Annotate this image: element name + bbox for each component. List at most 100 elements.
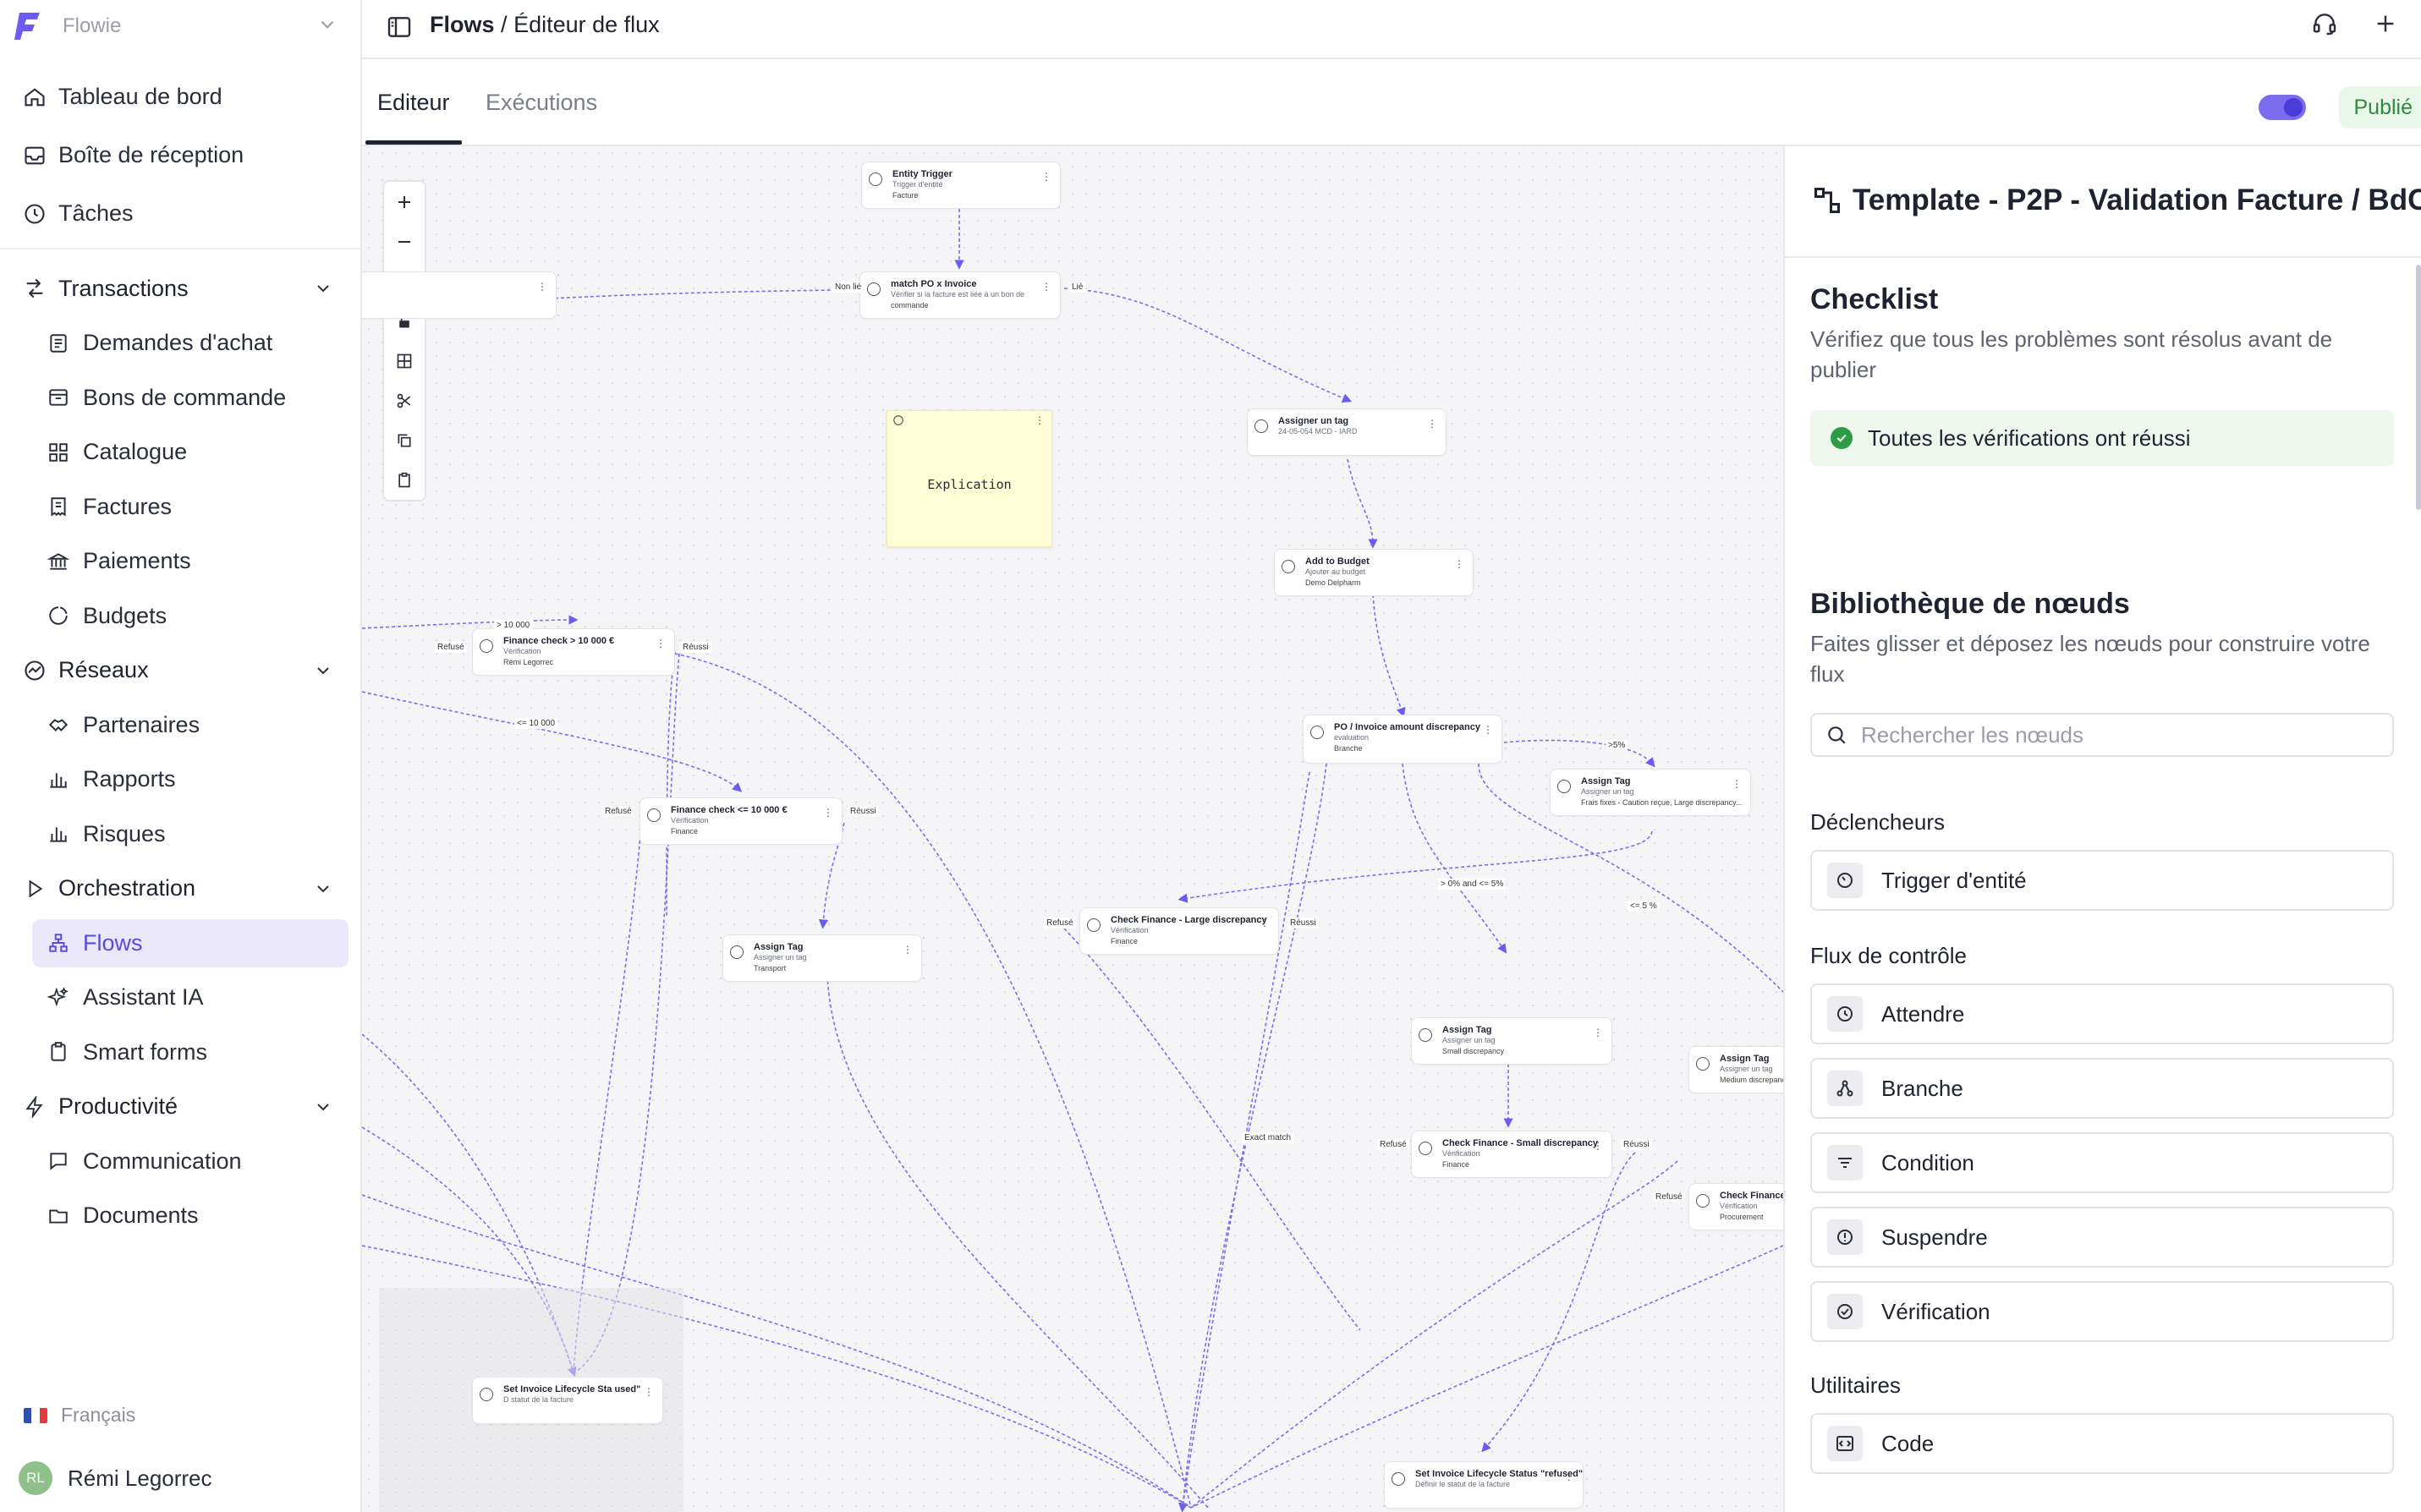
- scissors-icon: [397, 393, 411, 408]
- checklist-description: Vérifiez que tous les problèmes sont rés…: [1810, 326, 2333, 382]
- sidebar-item-ai-assistant[interactable]: Assistant IA: [0, 971, 362, 1026]
- flow-node[interactable]: Set Invoice Lifecycle Sta used" D statut …: [472, 1377, 663, 1424]
- paste-button[interactable]: [384, 460, 425, 500]
- node-card-wait[interactable]: Attendre: [1810, 983, 2394, 1044]
- flow-node[interactable]: Set Invoice Lifecycle Status "refused" Dé…: [1384, 1461, 1584, 1509]
- node-card-code[interactable]: Code: [1810, 1413, 2394, 1474]
- more-icon[interactable]: ⋮: [1260, 917, 1270, 929]
- sticky-note[interactable]: ⋮ Explication: [887, 410, 1052, 547]
- sidebar-item-purchase-requests[interactable]: Demandes d'achat: [0, 316, 362, 371]
- scrollbar[interactable]: [2416, 265, 2421, 510]
- edge-label: Réussi: [848, 806, 879, 817]
- more-icon[interactable]: ⋮: [1593, 1140, 1603, 1152]
- node-card-suspend[interactable]: Suspendre: [1810, 1207, 2394, 1268]
- more-icon[interactable]: ⋮: [537, 281, 547, 293]
- copy-icon: [398, 434, 411, 446]
- flow-node-partial[interactable]: ⋮: [362, 271, 557, 319]
- more-icon[interactable]: ⋮: [1593, 1027, 1603, 1038]
- sidebar-item-smart-forms[interactable]: Smart forms: [0, 1025, 362, 1080]
- sidebar-item-tasks[interactable]: Tâches: [0, 184, 362, 243]
- flow-canvas[interactable]: Entity Trigger Trigger d'entité Facture ⋮ m…: [362, 146, 1783, 1512]
- more-icon[interactable]: ⋮: [1454, 558, 1464, 570]
- flow-node[interactable]: PO / Invoice amount discrepancy evaluatio…: [1303, 715, 1502, 764]
- category-utilities: Utilitaires: [1810, 1372, 1901, 1398]
- workspace-switcher[interactable]: Flowie: [0, 0, 362, 52]
- flow-node[interactable]: Check Finance - MVérificationProcurement: [1688, 1183, 1783, 1230]
- node-card-verification[interactable]: Vérification: [1810, 1281, 2394, 1342]
- flow-node[interactable]: Finance check <= 10 000 € Vérification Fin…: [640, 797, 843, 845]
- sidebar-section-orchestration[interactable]: Orchestration: [0, 862, 362, 917]
- more-icon[interactable]: ⋮: [656, 638, 666, 649]
- sidebar-item-payments[interactable]: Paiements: [0, 534, 362, 589]
- flow-node[interactable]: Check Finance - Small discrepancy Vérific…: [1411, 1131, 1612, 1178]
- sidebar-section-transactions[interactable]: Transactions: [0, 261, 362, 316]
- headset-icon[interactable]: [2311, 10, 2338, 37]
- france-flag-icon: [24, 1407, 47, 1423]
- more-icon[interactable]: ⋮: [644, 1386, 654, 1398]
- flow-node[interactable]: Assign Tag Assigner un tag Transport ⋮: [722, 934, 922, 982]
- grid-icon: [46, 440, 71, 465]
- zoom-in-button[interactable]: [384, 182, 425, 222]
- more-icon[interactable]: ⋮: [1427, 418, 1437, 430]
- sidebar-item-flows[interactable]: Flows: [0, 916, 362, 971]
- link-icon: [867, 282, 881, 296]
- more-icon[interactable]: ⋮: [1035, 414, 1045, 426]
- more-icon[interactable]: ⋮: [1564, 1471, 1574, 1482]
- sidebar-item-catalog[interactable]: Catalogue: [0, 425, 362, 480]
- tab-executions[interactable]: Exécutions: [486, 90, 597, 116]
- node-card-branch[interactable]: Branche: [1810, 1058, 2394, 1119]
- sidebar-item-risks[interactable]: Risques: [0, 807, 362, 862]
- edge-label: <= 10 000: [514, 718, 558, 729]
- cut-button[interactable]: [384, 381, 425, 420]
- flow-node[interactable]: Assign Tag Assigner un tag Frais fixes - C…: [1550, 769, 1751, 816]
- flow-node[interactable]: Check Finance - Large discrepancy Vérific…: [1079, 907, 1279, 955]
- node-card-entity-trigger[interactable]: Trigger d'entité: [1810, 850, 2394, 911]
- category-control-flow: Flux de contrôle: [1810, 943, 1967, 968]
- sidebar-item-budgets[interactable]: Budgets: [0, 589, 362, 644]
- sidebar-section-productivity[interactable]: Productivité: [0, 1080, 362, 1135]
- copy-button[interactable]: [384, 420, 425, 460]
- flow-node[interactable]: Finance check > 10 000 € Vérification Rémi…: [472, 628, 675, 676]
- flow-node[interactable]: match PO x Invoice Vérifier si la facture…: [859, 271, 1061, 319]
- flow-node[interactable]: Add to Budget Ajouter au budget Demo Delph…: [1274, 549, 1474, 596]
- sidebar-item-reports[interactable]: Rapports: [0, 753, 362, 808]
- more-icon[interactable]: ⋮: [903, 944, 913, 956]
- user-menu[interactable]: RL Rémi Legorrec: [19, 1461, 212, 1495]
- sidebar-item-documents[interactable]: Documents: [0, 1189, 362, 1244]
- sidebar-item-communication[interactable]: Communication: [0, 1134, 362, 1189]
- tag-icon: [1557, 780, 1571, 793]
- publish-toggle[interactable]: [2259, 95, 2306, 120]
- node-search-input[interactable]: Rechercher les nœuds: [1810, 713, 2394, 757]
- grid-button[interactable]: [384, 341, 425, 381]
- flow-node[interactable]: Entity Trigger Trigger d'entité Facture ⋮: [861, 162, 1061, 209]
- more-icon[interactable]: ⋮: [1483, 724, 1493, 736]
- flow-node[interactable]: Assigner un tag 24-05-054 MCD - IARD ⋮: [1247, 408, 1447, 456]
- breadcrumb-current: Éditeur de flux: [513, 12, 660, 37]
- sidebar-item-purchase-orders[interactable]: Bons de commande: [0, 370, 362, 425]
- inbox-icon: [22, 143, 47, 168]
- tag-icon: [1419, 1028, 1432, 1042]
- more-icon[interactable]: ⋮: [1041, 171, 1051, 183]
- flow-node[interactable]: Assign Tag Assigner un tag Medium discrepa…: [1688, 1046, 1783, 1093]
- node-card-condition[interactable]: Condition: [1810, 1132, 2394, 1193]
- breadcrumb-root[interactable]: Flows: [430, 12, 495, 37]
- language-selector[interactable]: Français: [24, 1404, 135, 1427]
- chevron-down-icon: [317, 667, 329, 675]
- more-icon[interactable]: ⋮: [823, 807, 833, 819]
- tab-editor[interactable]: Editeur: [377, 90, 450, 116]
- sidebar-item-partners[interactable]: Partenaires: [0, 698, 362, 753]
- more-icon[interactable]: ⋮: [1732, 778, 1742, 790]
- handshake-icon: [46, 712, 71, 737]
- sidebar-item-invoices[interactable]: Factures: [0, 479, 362, 534]
- more-icon[interactable]: ⋮: [1041, 281, 1051, 293]
- sidebar-toggle-icon[interactable]: [386, 14, 413, 41]
- edge-label: Refusé: [602, 806, 634, 817]
- plus-icon[interactable]: [2372, 10, 2399, 37]
- sidebar-item-inbox[interactable]: Boîte de réception: [0, 126, 362, 184]
- zoom-out-button[interactable]: [384, 222, 425, 261]
- sidebar-item-dashboard[interactable]: Tableau de bord: [0, 68, 362, 126]
- flow-node[interactable]: Assign Tag Assigner un tag Small discrepan…: [1411, 1017, 1612, 1065]
- sidebar-section-networks[interactable]: Réseaux: [0, 644, 362, 698]
- tag-icon: [1254, 419, 1268, 433]
- palette-icon[interactable]: [892, 414, 904, 426]
